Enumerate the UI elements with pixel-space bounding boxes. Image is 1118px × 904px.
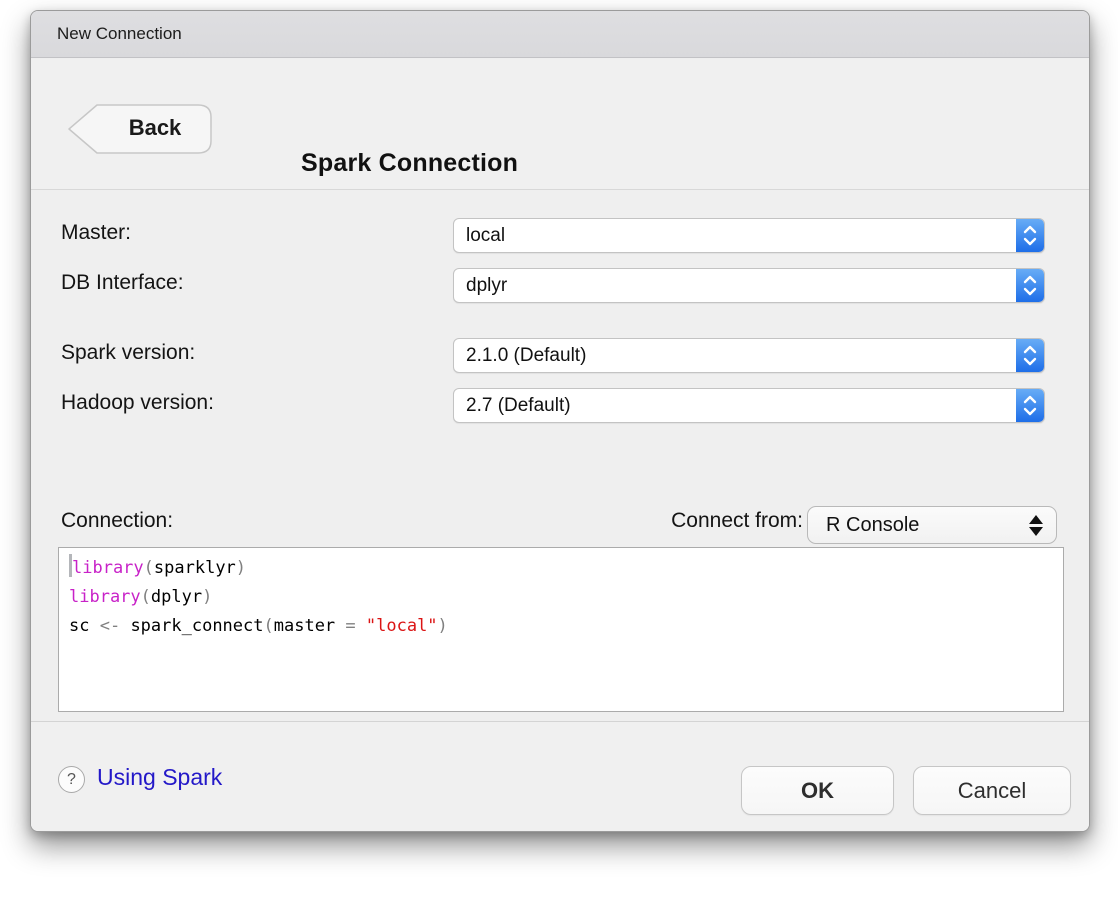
using-spark-link[interactable]: Using Spark: [97, 764, 222, 791]
spark-version-select[interactable]: 2.1.0 (Default): [453, 338, 1045, 373]
code-token: dplyr: [151, 587, 202, 607]
back-button-label: Back: [101, 102, 209, 154]
code-token: library: [72, 558, 144, 578]
up-down-chevrons-icon: [1016, 339, 1044, 372]
connection-label: Connection:: [61, 509, 173, 533]
code-token: ): [236, 558, 246, 578]
connect-from-label: Connect from:: [627, 509, 803, 533]
code-token: =: [335, 616, 366, 636]
page-title: Spark Connection: [301, 149, 518, 178]
dialog-titlebar[interactable]: New Connection: [31, 11, 1089, 58]
code-token: sparklyr: [154, 558, 236, 578]
up-down-chevrons-icon: [1016, 269, 1044, 302]
master-select-value: local: [454, 225, 1016, 247]
code-line: library(sparklyr): [69, 554, 1053, 583]
code-token: spark_connect: [130, 616, 263, 636]
code-token: sc: [69, 616, 89, 636]
up-down-chevrons-icon: [1016, 389, 1044, 422]
hadoop-version-label: Hadoop version:: [61, 391, 214, 415]
db-interface-select[interactable]: dplyr: [453, 268, 1045, 303]
spark-version-label: Spark version:: [61, 341, 195, 365]
dialog-title: New Connection: [57, 24, 182, 44]
help-question-icon[interactable]: ?: [58, 766, 85, 793]
new-connection-dialog: New Connection Back Spark Connection Mas…: [30, 10, 1090, 832]
code-token: (: [141, 587, 151, 607]
wizard-header: Back Spark Connection: [31, 59, 1089, 190]
connect-from-select[interactable]: R Console: [807, 506, 1057, 544]
spark-version-select-value: 2.1.0 (Default): [454, 345, 1016, 367]
connection-code-editor[interactable]: library(sparklyr)library(dplyr)sc <- spa…: [58, 547, 1064, 712]
code-token: (: [264, 616, 274, 636]
code-token: library: [69, 587, 141, 607]
db-interface-select-value: dplyr: [454, 275, 1016, 297]
code-token: <-: [89, 616, 130, 636]
cancel-button[interactable]: Cancel: [913, 766, 1071, 815]
code-token: master: [274, 616, 335, 636]
up-down-triangles-icon: [1022, 515, 1056, 536]
code-token: "local": [366, 616, 438, 636]
dialog-footer: ? Using Spark OK Cancel: [31, 721, 1089, 831]
desktop-background: New Connection Back Spark Connection Mas…: [0, 0, 1118, 904]
hadoop-version-select-value: 2.7 (Default): [454, 395, 1016, 417]
connect-from-select-value: R Console: [808, 514, 1022, 537]
db-interface-label: DB Interface:: [61, 271, 184, 295]
hadoop-version-select[interactable]: 2.7 (Default): [453, 388, 1045, 423]
code-line: sc <- spark_connect(master = "local"): [69, 612, 1053, 641]
up-down-chevrons-icon: [1016, 219, 1044, 252]
code-token: (: [144, 558, 154, 578]
back-button[interactable]: Back: [67, 102, 213, 156]
master-label: Master:: [61, 221, 131, 245]
ok-button[interactable]: OK: [741, 766, 894, 815]
code-token: ): [438, 616, 448, 636]
code-token: ): [202, 587, 212, 607]
master-select[interactable]: local: [453, 218, 1045, 253]
code-line: library(dplyr): [69, 583, 1053, 612]
